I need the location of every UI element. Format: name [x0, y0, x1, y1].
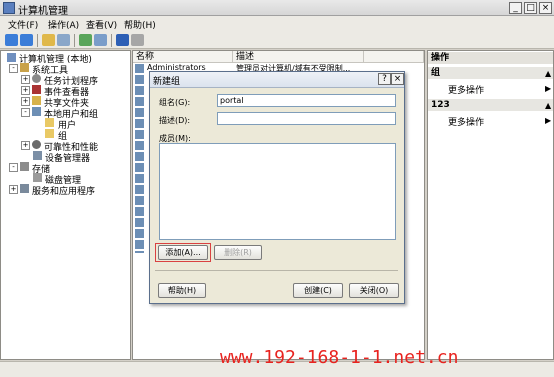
menu-view[interactable]: 查看(V) — [86, 18, 117, 31]
toolbar-separator — [37, 34, 38, 47]
toolbar-separator — [74, 34, 75, 47]
help-button[interactable]: 帮助(H) — [158, 283, 206, 298]
tree-label: 设备管理器 — [45, 154, 91, 164]
tree-label: 服务和应用程序 — [32, 187, 96, 197]
watermark-text: www.192-168-1-1.net.cn — [220, 347, 459, 368]
collapse-up-icon[interactable]: ▲ — [545, 101, 551, 110]
close-button[interactable]: 关闭(O) — [349, 283, 399, 298]
group-icons-column — [135, 75, 144, 253]
clock-icon — [32, 74, 41, 83]
menu-help[interactable]: 帮助(H) — [124, 18, 156, 31]
dialog-title-bar: 新建组 ? × — [150, 72, 404, 88]
performance-icon — [32, 140, 41, 149]
back-arrow-icon[interactable] — [5, 34, 18, 46]
collapse-icon[interactable]: - — [21, 108, 30, 117]
submenu-arrow-icon[interactable]: ▶ — [545, 116, 551, 125]
collapse-up-icon[interactable]: ▲ — [545, 69, 551, 78]
actions-header: 操作 — [428, 52, 553, 64]
more-actions-link[interactable]: 更多操作 — [448, 83, 484, 96]
event-viewer-icon — [32, 85, 41, 94]
help-icon[interactable] — [116, 34, 129, 46]
members-list[interactable] — [159, 143, 396, 240]
device-manager-icon — [33, 151, 42, 160]
title-bar: 计算机管理 _ □ × — [0, 0, 554, 17]
expand-icon[interactable]: + — [21, 97, 30, 106]
minimize-button[interactable]: _ — [509, 2, 522, 14]
menu-action[interactable]: 操作(A) — [48, 18, 79, 31]
more-actions-link[interactable]: 更多操作 — [448, 115, 484, 128]
maximize-button[interactable]: □ — [524, 2, 537, 14]
dialog-close-icon[interactable]: × — [391, 73, 404, 85]
description-input[interactable] — [217, 112, 396, 125]
dialog-title: 新建组 — [153, 77, 181, 87]
users-icon — [32, 107, 41, 116]
collapse-icon[interactable]: - — [9, 163, 18, 172]
properties-icon[interactable] — [131, 34, 144, 46]
toolbar — [0, 32, 554, 49]
folder-icon — [45, 129, 54, 138]
shared-folder-icon — [32, 96, 41, 105]
folder-icon — [45, 118, 54, 127]
computer-icon — [7, 53, 16, 62]
collapse-icon[interactable]: - — [9, 64, 18, 73]
console-tree: 计算机管理 (本地) - 系统工具 + 任务计划程序 + 事件查看器 + 共享文… — [0, 50, 131, 360]
computer-management-icon — [3, 2, 15, 14]
expand-icon[interactable]: + — [21, 141, 30, 150]
group-name-input[interactable]: portal — [217, 94, 396, 107]
window-title: 计算机管理 — [18, 6, 68, 17]
submenu-arrow-icon[interactable]: ▶ — [545, 84, 551, 93]
tools-icon — [20, 63, 29, 72]
services-icon — [20, 184, 29, 193]
new-group-dialog: 新建组 ? × 组名(G): portal 描述(D): 成员(M): 添加(A… — [149, 71, 405, 304]
group-name-label: 组名(G): — [159, 98, 191, 107]
menu-file[interactable]: 文件(F) — [8, 18, 38, 31]
storage-icon — [20, 162, 29, 171]
create-button[interactable]: 创建(C) — [293, 283, 343, 298]
disk-icon — [33, 173, 42, 182]
dialog-divider — [155, 270, 398, 271]
description-label: 描述(D): — [159, 116, 191, 125]
expand-icon[interactable]: + — [21, 75, 30, 84]
menu-bar: 文件(F) 操作(A) 查看(V) 帮助(H) — [0, 16, 554, 32]
show-hide-tree-icon[interactable] — [57, 34, 70, 46]
toolbar-separator — [111, 34, 112, 47]
expand-icon[interactable]: + — [21, 86, 30, 95]
column-header-description[interactable]: 描述 — [233, 51, 364, 63]
actions-pane: 操作 组 ▲ 更多操作 ▶ 123 ▲ 更多操作 ▶ — [427, 50, 554, 360]
refresh-icon[interactable] — [79, 34, 92, 46]
actions-group-heading[interactable]: 组 — [428, 67, 553, 79]
export-list-icon[interactable] — [94, 34, 107, 46]
expand-icon[interactable]: + — [9, 185, 18, 194]
column-header-name[interactable]: 名称 — [133, 51, 233, 63]
forward-arrow-icon[interactable] — [20, 34, 33, 46]
close-window-button[interactable]: × — [539, 2, 552, 14]
remove-button[interactable]: 删除(R) — [214, 245, 262, 260]
actions-item-heading[interactable]: 123 — [428, 99, 553, 111]
up-folder-icon[interactable] — [42, 34, 55, 46]
group-icon — [135, 64, 144, 73]
dialog-help-button[interactable]: ? — [378, 73, 391, 85]
add-button[interactable]: 添加(A)... — [158, 245, 208, 260]
column-header-empty — [364, 51, 424, 63]
